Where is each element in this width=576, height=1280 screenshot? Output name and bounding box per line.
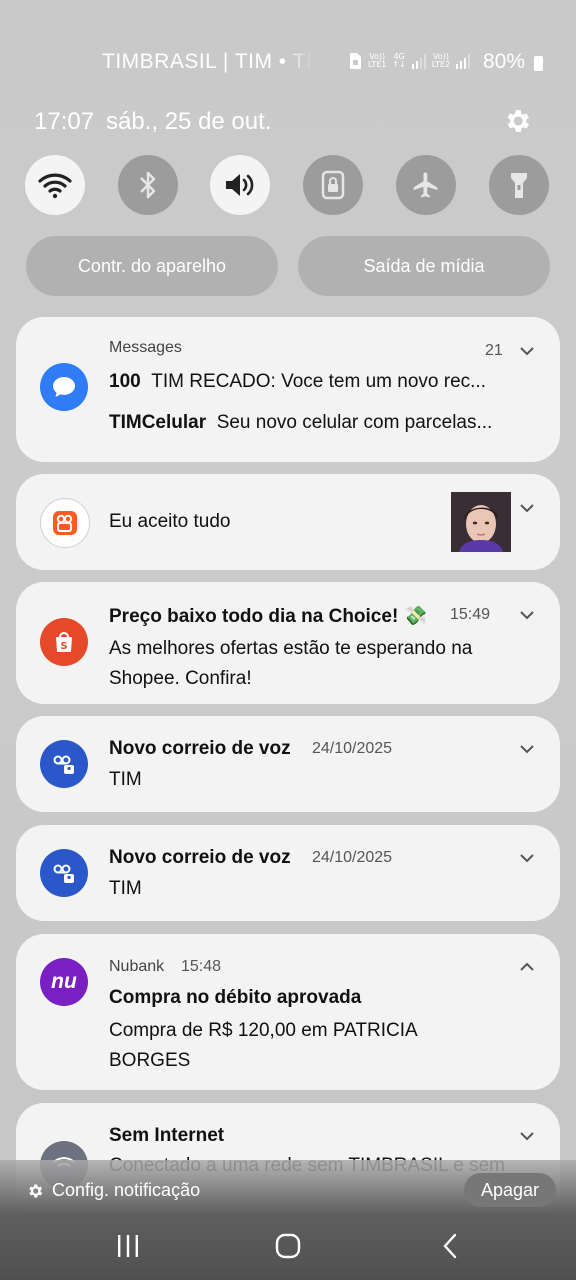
message-text-2: Seu novo celular com parcelas... (216, 412, 493, 433)
gear-icon (29, 1183, 43, 1198)
message-sender-2: TIMCelular (109, 412, 207, 433)
nubank-app-icon: nu (40, 958, 88, 1006)
wifi-icon (38, 173, 72, 199)
date[interactable]: sáb., 25 de out. (106, 108, 271, 136)
sound-icon (226, 174, 254, 196)
message-line-2[interactable]: TIMCelular Seu novo celular com parcelas… (109, 412, 492, 434)
airplane-icon (413, 172, 438, 198)
voicemail-2-title: Novo correio de voz (109, 847, 291, 868)
messages-app-icon (40, 363, 88, 411)
messages-count: 21 (485, 342, 503, 359)
signal-1-icon (411, 54, 426, 69)
battery-icon (534, 56, 543, 71)
chevron-down-icon[interactable] (518, 606, 536, 624)
device-control-button[interactable]: Contr. do aparelho (26, 236, 278, 296)
network-type: 4G ↑↓ (392, 52, 406, 69)
chevron-up-icon[interactable] (518, 958, 536, 976)
chevron-down-icon[interactable] (518, 342, 536, 360)
media-output-button[interactable]: Saída de mídia (298, 236, 550, 296)
chevron-down-icon[interactable] (518, 849, 536, 867)
recents-nav-icon[interactable] (115, 1234, 141, 1258)
rotation-lock-icon (321, 170, 345, 200)
voicemail-2-body: TIM (109, 878, 142, 899)
voicemail-app-icon (40, 740, 88, 788)
flashlight-icon (511, 173, 527, 198)
chevron-down-icon[interactable] (518, 1127, 536, 1145)
flashlight-toggle[interactable] (489, 155, 549, 215)
shopping-bag-icon: S (56, 632, 72, 652)
clear-all-button[interactable]: Apagar (464, 1173, 556, 1207)
signal-2-icon (456, 54, 471, 69)
nubank-body: Compra de R$ 120,00 em PATRICIA BORGES (109, 1020, 417, 1071)
face-thumbnail-image (451, 492, 511, 552)
nubank-app-name: Nubank (109, 958, 165, 975)
voicemail-app-icon (40, 849, 88, 897)
kwai-text: Eu aceito tudo (109, 511, 231, 532)
message-line-1[interactable]: 100 TIM RECADO: Voce tem um novo rec... (109, 371, 486, 393)
notification-shopee[interactable]: S Preço baixo todo dia na Choice! 💸 15:4… (16, 582, 560, 704)
no-internet-title: Sem Internet (109, 1125, 225, 1146)
back-nav-icon[interactable] (440, 1232, 460, 1260)
chevron-down-icon[interactable] (518, 499, 536, 517)
notification-nubank[interactable]: nu Nubank 15:48 Compra no débito aprovad… (16, 934, 560, 1090)
shopee-app-icon: S (40, 618, 88, 666)
home-nav-icon[interactable] (275, 1233, 301, 1259)
voicemail-icon (53, 755, 74, 774)
bluetooth-toggle[interactable] (118, 155, 178, 215)
volte-2: Vo)) LTE2 (431, 52, 451, 69)
messages-app-name: Messages (109, 339, 182, 356)
voicemail-1-date: 24/10/2025 (312, 740, 393, 757)
notification-settings-label: Config. notificação (52, 1180, 201, 1200)
nubank-title: Compra no débito aprovada (109, 987, 362, 1008)
notification-messages[interactable]: Messages 21 100 TIM RECADO: Voce tem um … (16, 317, 560, 462)
message-text-1: TIM RECADO: Voce tem um novo rec... (151, 371, 486, 392)
carrier-name: TIMBRASIL | TIM • TIM (102, 50, 314, 73)
airplane-toggle[interactable] (396, 155, 456, 215)
shopee-body: As melhores ofertas estão te esperando n… (109, 638, 473, 689)
battery-percent: 80% (483, 50, 526, 73)
wifi-toggle[interactable] (25, 155, 85, 215)
sound-toggle[interactable] (210, 155, 270, 215)
status-icons: Vo)) LTE1 4G ↑↓ Vo)) LTE2 (348, 52, 471, 70)
notification-voicemail-2[interactable]: Novo correio de voz 24/10/2025 TIM (16, 825, 560, 921)
bluetooth-icon (140, 171, 156, 199)
sim-card-icon (350, 53, 361, 69)
notification-voicemail-1[interactable]: Novo correio de voz 24/10/2025 TIM (16, 716, 560, 812)
chevron-down-icon[interactable] (518, 740, 536, 758)
voicemail-icon (53, 864, 74, 883)
svg-text:S: S (60, 641, 67, 652)
volte-1: Vo)) LTE1 (368, 52, 387, 69)
clock[interactable]: 17:07 (34, 108, 94, 136)
settings-gear-icon[interactable] (502, 106, 532, 136)
message-sender-1: 100 (109, 371, 141, 392)
voicemail-1-title: Novo correio de voz (109, 738, 291, 759)
notification-kwai[interactable]: Eu aceito tudo (16, 474, 560, 570)
voicemail-2-date: 24/10/2025 (312, 849, 393, 866)
shopee-title: Preço baixo todo dia na Choice! 💸 (109, 606, 428, 627)
rotation-lock-toggle[interactable] (303, 155, 363, 215)
notification-settings-button[interactable]: Config. notificação (26, 1180, 200, 1201)
nubank-time: 15:48 (181, 958, 222, 975)
voicemail-1-body: TIM (109, 769, 142, 790)
chat-bubble-icon (53, 377, 75, 397)
kwai-thumbnail (451, 492, 511, 552)
kwai-logo-icon (53, 511, 77, 535)
shopee-time: 15:49 (450, 606, 491, 623)
kwai-app-icon (40, 498, 90, 548)
